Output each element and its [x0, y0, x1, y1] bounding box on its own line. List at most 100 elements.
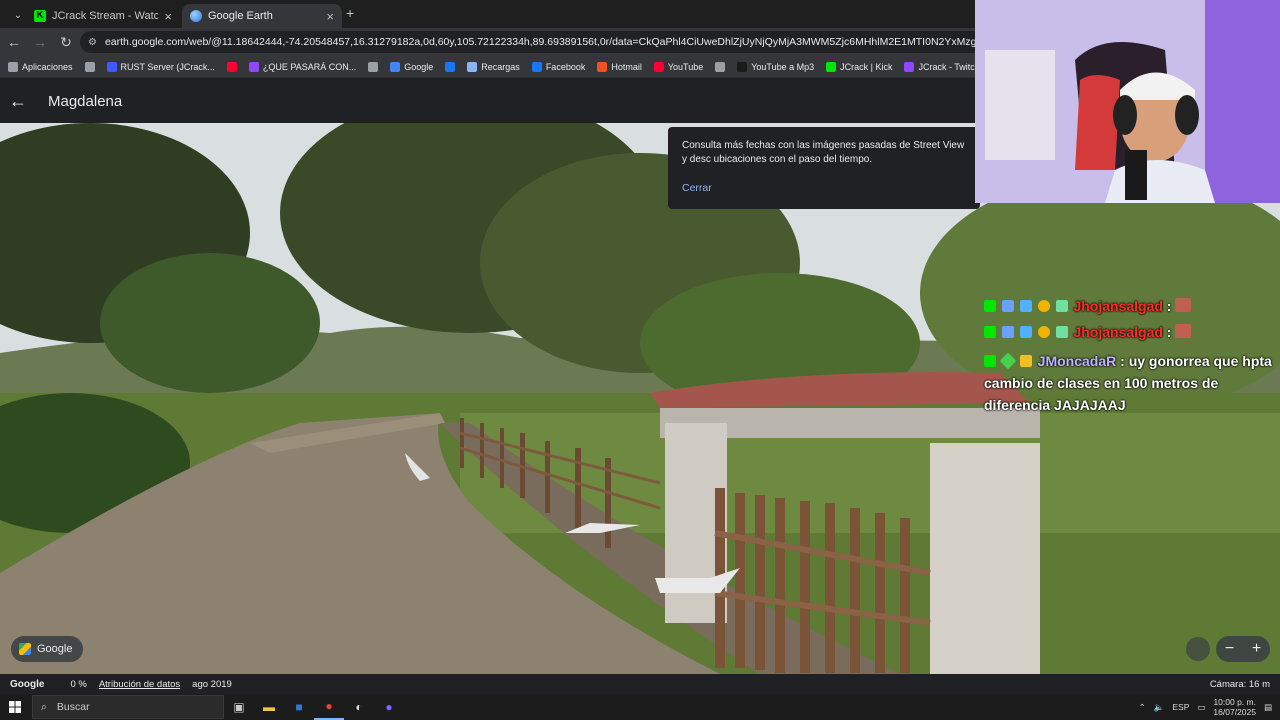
data-attribution-link[interactable]: Atribución de datos	[99, 679, 180, 690]
coin-badge-icon	[1037, 300, 1050, 312]
site-info-icon[interactable]: ⚙	[88, 37, 97, 48]
bookmark-label: JCrack | Kick	[840, 61, 893, 72]
search-icon: ⌕	[41, 700, 47, 713]
bookmark-item[interactable]	[715, 61, 726, 72]
close-icon[interactable]: ×	[326, 9, 334, 24]
diamond-badge-icon	[999, 352, 1017, 370]
twitch-icon	[904, 61, 915, 72]
clock-time: 10:00 p. m.	[1213, 697, 1256, 707]
back-icon[interactable]: ←	[2, 30, 26, 54]
chat-username: Jhojansalgad	[1073, 324, 1163, 340]
windows-taskbar: ⌕ Buscar ▣ ▬ ■ ● ◐ ● ⌃ 🔈 ESP ▭ 10:00 p. …	[0, 694, 1280, 720]
bookmark-label: RUST Server (JCrack...	[120, 61, 215, 72]
bookmark-label: Google	[404, 61, 434, 72]
tab-google-earth[interactable]: Google Earth ×	[182, 4, 342, 28]
bookmark-item[interactable]: JCrack - Twitch	[904, 61, 980, 72]
google-pill-label: Google	[37, 643, 73, 655]
bookmark-item[interactable]: YouTube a Mp3	[737, 61, 815, 72]
chat-message: Jhojansalgad :	[984, 324, 1193, 340]
input-language[interactable]: ESP	[1172, 702, 1189, 712]
discord-icon[interactable]: ●	[374, 694, 404, 720]
bookmark-item[interactable]: ¿QUE PASARÁ CON...	[248, 61, 357, 72]
zoom-in-button[interactable]: +	[1252, 640, 1261, 658]
bookmark-item[interactable]	[84, 61, 95, 72]
file-explorer-icon[interactable]: ▬	[254, 694, 284, 720]
chat-message: JMoncadaR : uy gonorrea que hpta cambio …	[984, 350, 1272, 416]
mp3-icon	[737, 61, 748, 72]
gem-badge-icon	[1019, 326, 1032, 338]
webcam-image	[975, 0, 1280, 203]
chat-separator: :	[1162, 298, 1172, 314]
volume-icon[interactable]: 🔈	[1154, 702, 1165, 713]
youtube-icon	[653, 61, 664, 72]
kick-icon	[826, 61, 837, 72]
grid-icon	[84, 61, 95, 72]
tab-title: Google Earth	[208, 10, 273, 22]
bookmark-label: Facebook	[545, 61, 586, 72]
chevron-up-icon[interactable]: ⌃	[1139, 702, 1146, 713]
chat-message: Jhojansalgad :	[984, 298, 1193, 314]
gem-badge-icon	[1019, 300, 1032, 312]
crown-badge-icon	[1019, 355, 1032, 367]
bookmark-item[interactable]: Aplicaciones	[8, 61, 73, 72]
kick-icon: K	[34, 10, 46, 22]
popup-close-button[interactable]: Cerrar	[682, 181, 966, 195]
bookmark-item[interactable]: Recargas	[467, 61, 520, 72]
new-tab-button[interactable]: +	[346, 5, 354, 21]
globe-icon	[715, 61, 726, 72]
bookmark-item[interactable]: YouTube	[653, 61, 704, 72]
system-tray: ⌃ 🔈 ESP ▭ 10:00 p. m. 16/07/2025 ▤	[1139, 694, 1280, 720]
bookmark-label: YouTube a Mp3	[751, 61, 815, 72]
back-arrow-icon[interactable]: ←	[0, 79, 36, 123]
search-placeholder: Buscar	[56, 701, 90, 713]
task-view-icon[interactable]: ▣	[224, 694, 254, 720]
bookmark-label: YouTube	[667, 61, 704, 72]
chrome-icon[interactable]: ●	[314, 694, 344, 720]
close-icon[interactable]: ×	[164, 9, 172, 24]
rust-icon	[106, 61, 117, 72]
sword-badge-icon	[1001, 326, 1014, 338]
google-earth-icon	[190, 10, 202, 22]
compass-icon[interactable]	[1186, 637, 1210, 661]
bookmark-label: ¿QUE PASARÁ CON...	[262, 61, 357, 72]
outlook-icon[interactable]: ■	[284, 694, 314, 720]
bookmark-item[interactable]	[226, 61, 237, 72]
bookmark-item[interactable]: RUST Server (JCrack...	[106, 61, 215, 72]
bookmark-item[interactable]: Google	[390, 61, 434, 72]
coin-badge-icon	[1037, 326, 1050, 338]
google-maps-button[interactable]: Google	[11, 636, 83, 662]
youtube-icon	[226, 61, 237, 72]
bookmark-item[interactable]	[368, 61, 379, 72]
clock-date: 16/07/2025	[1213, 707, 1256, 717]
reload-icon[interactable]: ↻	[54, 30, 78, 54]
maps-icon	[19, 643, 31, 655]
start-button[interactable]	[0, 694, 30, 720]
apps-grid-icon	[8, 61, 18, 72]
notifications-icon[interactable]: ▤	[1264, 702, 1272, 713]
qr-badge-icon	[1055, 300, 1068, 312]
url-text: earth.google.com/web/@11.18642444,-74.20…	[104, 36, 1080, 48]
taskbar-search[interactable]: ⌕ Buscar	[32, 695, 224, 719]
tab-jcrack-stream[interactable]: K JCrack Stream - Watch Live on ×	[26, 4, 180, 28]
zoom-out-button[interactable]: −	[1225, 640, 1234, 658]
popup-text: Consulta más fechas con las imágenes pas…	[682, 140, 965, 165]
forward-icon[interactable]: →	[28, 30, 52, 54]
tab-title: JCrack Stream - Watch Live on	[52, 10, 159, 22]
streamer-webcam	[975, 0, 1280, 203]
bookmark-item[interactable]: JCrack | Kick	[826, 61, 893, 72]
bookmark-item[interactable]: Hotmail	[597, 61, 642, 72]
clock[interactable]: 10:00 p. m. 16/07/2025	[1213, 697, 1256, 717]
chat-separator: :	[1116, 353, 1125, 369]
chat-username: JMoncadaR	[1037, 353, 1117, 369]
earth-status-bar: Google 0 % Atribución de datos ago 2019 …	[0, 674, 1280, 694]
bookmark-item[interactable]	[445, 61, 456, 72]
loading-percent: 0 %	[70, 678, 87, 690]
address-bar[interactable]: ⚙ earth.google.com/web/@11.18642444,-74.…	[80, 31, 1080, 53]
network-icon[interactable]: ▭	[1197, 702, 1205, 713]
facebook-icon	[531, 61, 542, 72]
bookmark-item[interactable]: Facebook	[531, 61, 586, 72]
chat-text: uy gonorrea que hpta	[1128, 353, 1272, 369]
chat-username: Jhojansalgad	[1073, 298, 1163, 314]
microsoft-icon	[597, 61, 608, 72]
app-icon[interactable]: ◐	[344, 694, 374, 720]
